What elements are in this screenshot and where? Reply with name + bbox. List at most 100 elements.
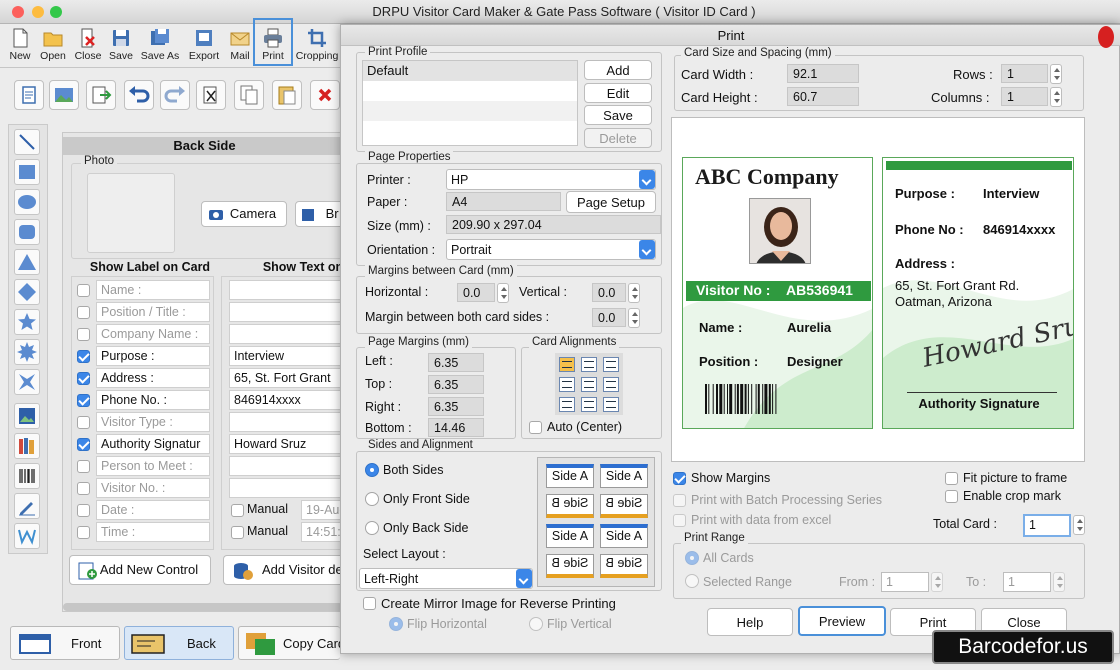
add-new-control-button[interactable]: Add New Control bbox=[69, 555, 211, 585]
alignment-option-button[interactable] bbox=[581, 377, 597, 392]
import-button[interactable] bbox=[86, 80, 116, 110]
show-label-checkbox[interactable] bbox=[77, 460, 90, 473]
mail-button[interactable]: Mail bbox=[226, 26, 254, 66]
fit-picture-checkbox[interactable] bbox=[945, 472, 958, 485]
cut-button[interactable] bbox=[196, 80, 226, 110]
alignment-option-button[interactable] bbox=[603, 377, 619, 392]
profile-item[interactable] bbox=[363, 81, 577, 101]
from-field[interactable]: 1 bbox=[881, 572, 929, 592]
rectangle-tool[interactable] bbox=[14, 159, 40, 185]
crop-mark-checkbox[interactable] bbox=[945, 490, 958, 503]
manual-checkbox[interactable] bbox=[231, 504, 244, 517]
to-field[interactable]: 1 bbox=[1003, 572, 1051, 592]
show-label-checkbox[interactable] bbox=[77, 372, 90, 385]
cropping-button[interactable]: Cropping bbox=[294, 26, 340, 66]
rounded-rect-tool[interactable] bbox=[14, 219, 40, 245]
flip-vertical-radio[interactable] bbox=[529, 617, 543, 631]
vertical-margin-field[interactable]: 0.0 bbox=[592, 283, 626, 302]
delete-profile-button[interactable]: Delete bbox=[584, 128, 652, 148]
camera-button[interactable]: Camera bbox=[201, 201, 287, 227]
paste-button[interactable] bbox=[272, 80, 302, 110]
batch-processing-checkbox[interactable] bbox=[673, 494, 686, 507]
layout-select[interactable]: Left-Right bbox=[359, 568, 533, 589]
ellipse-tool[interactable] bbox=[14, 189, 40, 215]
star-tool[interactable] bbox=[14, 309, 40, 335]
save-profile-button[interactable]: Save bbox=[584, 105, 652, 125]
properties-button[interactable] bbox=[14, 80, 44, 110]
horizontal-scrollbar[interactable] bbox=[63, 603, 343, 611]
export-button[interactable]: Export bbox=[184, 26, 224, 66]
text-field[interactable]: Interview bbox=[229, 346, 351, 366]
printer-select[interactable]: HP bbox=[446, 169, 656, 190]
text-field[interactable] bbox=[229, 280, 351, 300]
close-button[interactable]: Close bbox=[70, 26, 106, 66]
text-field[interactable]: 846914xxxx bbox=[229, 390, 351, 410]
excel-data-checkbox[interactable] bbox=[673, 514, 686, 527]
manual-checkbox[interactable] bbox=[231, 526, 244, 539]
tab-back[interactable]: Back bbox=[124, 626, 234, 660]
horizontal-margin-field[interactable]: 0.0 bbox=[457, 283, 495, 302]
orientation-select[interactable]: Portrait bbox=[446, 239, 656, 260]
show-label-checkbox[interactable] bbox=[77, 306, 90, 319]
delete-button[interactable] bbox=[310, 80, 340, 110]
profile-list[interactable]: Default bbox=[362, 60, 578, 146]
line-tool[interactable] bbox=[14, 129, 40, 155]
columns-field[interactable]: 1 bbox=[1001, 87, 1048, 106]
right-margin-field[interactable]: 6.35 bbox=[428, 397, 484, 416]
back-only-radio[interactable] bbox=[365, 521, 379, 535]
horizontal-stepper[interactable] bbox=[497, 283, 509, 303]
both-sides-stepper[interactable] bbox=[628, 308, 640, 328]
to-stepper[interactable] bbox=[1053, 572, 1065, 592]
top-margin-field[interactable]: 6.35 bbox=[428, 375, 484, 394]
show-label-checkbox[interactable] bbox=[77, 482, 90, 495]
show-margins-checkbox[interactable] bbox=[673, 472, 686, 485]
card-width-field[interactable]: 92.1 bbox=[787, 64, 859, 83]
diamond-tool[interactable] bbox=[14, 279, 40, 305]
save-as-button[interactable]: Save As bbox=[138, 26, 182, 66]
both-sides-radio[interactable] bbox=[365, 463, 379, 477]
text-field[interactable] bbox=[229, 478, 351, 498]
profile-item[interactable] bbox=[363, 101, 577, 121]
alignment-option-button[interactable] bbox=[603, 357, 619, 372]
alignment-option-button[interactable] bbox=[559, 397, 575, 412]
card-height-field[interactable]: 60.7 bbox=[787, 87, 859, 106]
bottom-margin-field[interactable]: 14.46 bbox=[428, 418, 484, 437]
from-stepper[interactable] bbox=[931, 572, 943, 592]
rows-stepper[interactable] bbox=[1050, 64, 1062, 84]
show-label-checkbox[interactable] bbox=[77, 328, 90, 341]
photo-placeholder[interactable] bbox=[87, 173, 175, 253]
total-card-field[interactable]: 1 bbox=[1023, 514, 1071, 537]
show-label-checkbox[interactable] bbox=[77, 526, 90, 539]
total-card-stepper[interactable] bbox=[1073, 515, 1085, 535]
copy-button[interactable] bbox=[234, 80, 264, 110]
image-button[interactable] bbox=[49, 80, 79, 110]
selected-range-radio[interactable] bbox=[685, 574, 699, 588]
alignment-option-button[interactable] bbox=[559, 377, 575, 392]
help-button[interactable]: Help bbox=[707, 608, 793, 636]
show-label-checkbox[interactable] bbox=[77, 394, 90, 407]
front-only-radio[interactable] bbox=[365, 492, 379, 506]
triangle-tool[interactable] bbox=[14, 249, 40, 275]
undo-button[interactable] bbox=[124, 80, 154, 110]
text-field[interactable] bbox=[229, 456, 351, 476]
tab-front[interactable]: Front bbox=[10, 626, 120, 660]
tab-copy-card[interactable]: Copy Card bbox=[238, 626, 345, 660]
text-field[interactable] bbox=[229, 302, 351, 322]
print-button[interactable]: Print bbox=[253, 18, 293, 66]
cross-star-tool[interactable] bbox=[14, 369, 40, 395]
add-profile-button[interactable]: Add bbox=[584, 60, 652, 80]
mirror-image-checkbox[interactable] bbox=[363, 597, 376, 610]
signature-tool[interactable] bbox=[14, 493, 40, 519]
add-visitor-details-button[interactable]: Add Visitor de bbox=[223, 555, 353, 585]
both-sides-margin-field[interactable]: 0.0 bbox=[592, 308, 626, 327]
picture-tool[interactable] bbox=[14, 403, 40, 429]
library-tool[interactable] bbox=[14, 433, 40, 459]
edit-profile-button[interactable]: Edit bbox=[584, 83, 652, 103]
burst-tool[interactable] bbox=[14, 339, 40, 365]
redo-button[interactable] bbox=[160, 80, 190, 110]
show-label-checkbox[interactable] bbox=[77, 284, 90, 297]
columns-stepper[interactable] bbox=[1050, 87, 1062, 107]
barcode-tool[interactable] bbox=[14, 463, 40, 489]
text-field[interactable]: Howard Sruz bbox=[229, 434, 351, 454]
show-label-checkbox[interactable] bbox=[77, 438, 90, 451]
